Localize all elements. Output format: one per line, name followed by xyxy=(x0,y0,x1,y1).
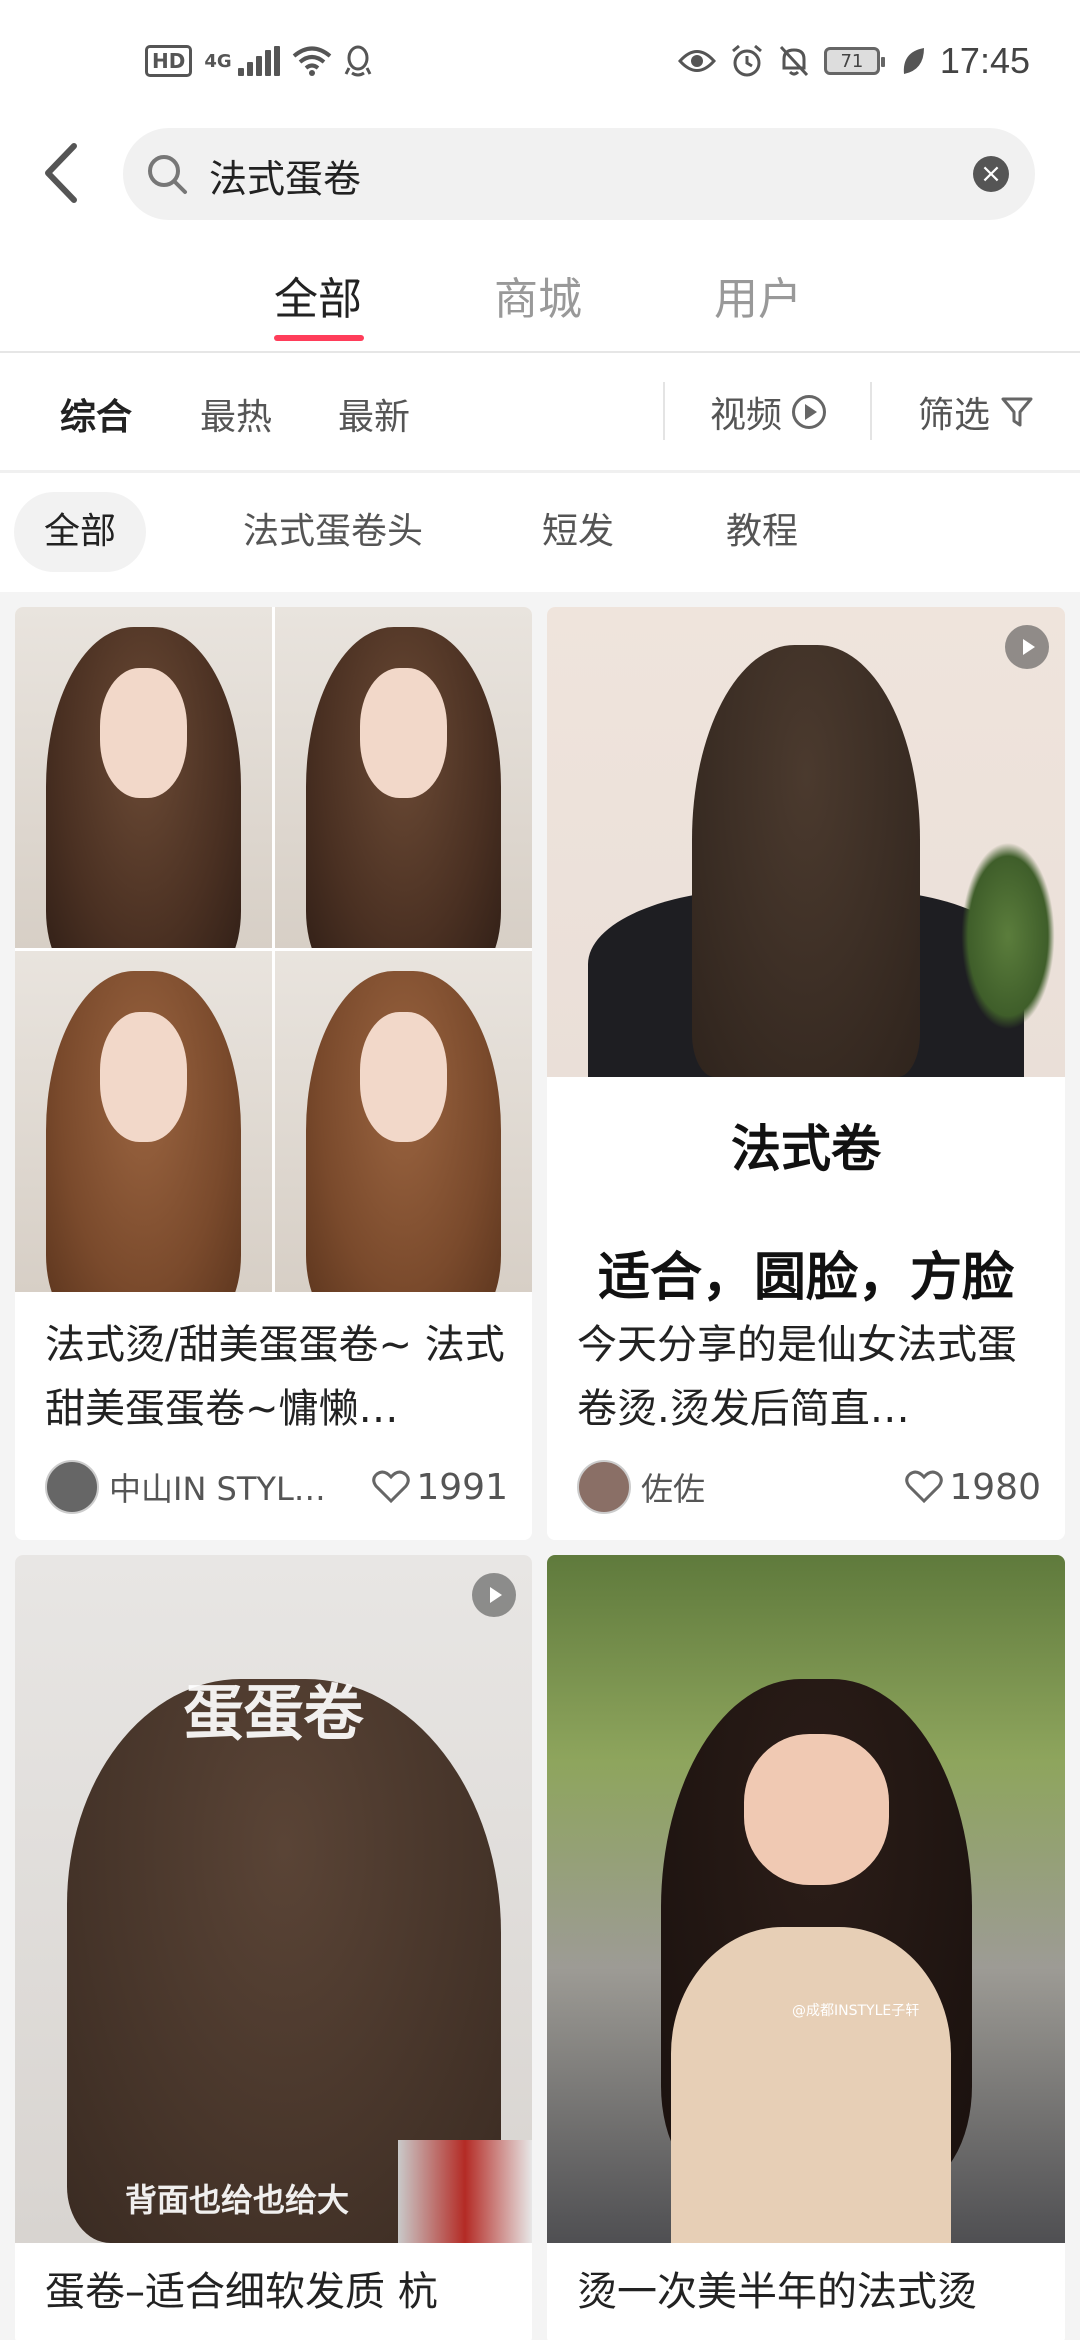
post-title: 法式烫/甜美蛋蛋卷~ 法式甜美蛋蛋卷~慵懒… xyxy=(45,1322,505,1432)
video-filter-button[interactable]: 视频 xyxy=(710,386,827,438)
photo-tile xyxy=(15,951,272,1292)
chip-french-curl-head[interactable]: 法式蛋卷头 xyxy=(213,492,453,572)
battery-icon: 71 xyxy=(823,47,885,75)
network-type: 4G xyxy=(204,50,232,72)
clear-icon[interactable]: × xyxy=(973,156,1009,192)
separator xyxy=(870,382,872,440)
post-card[interactable]: 法式烫/甜美蛋蛋卷~ 法式甜美蛋蛋卷~慵懒… 中山IN STYLE… 1991 xyxy=(15,607,532,1540)
post-title: 烫一次美半年的法式烫 xyxy=(577,2269,977,2315)
image-caption: 背面也给也给大 xyxy=(125,2181,350,2219)
photo-tile xyxy=(15,607,272,948)
hd-icon: HD xyxy=(145,45,193,77)
chip-tutorial[interactable]: 教程 xyxy=(696,492,828,572)
post-footer: 佐佐 1980 xyxy=(577,1459,1041,1515)
sort-newest[interactable]: 最新 xyxy=(338,388,410,440)
post-image: 蛋蛋卷 背面也给也给大 xyxy=(15,1555,532,2243)
main-tabs: 全部 商城 用户 xyxy=(0,255,1080,350)
sort-hottest[interactable]: 最热 xyxy=(200,388,272,440)
chip-row: 全部 法式蛋卷头 短发 教程 xyxy=(0,474,1080,590)
status-right: 71 17:45 xyxy=(677,40,1030,82)
filter-button[interactable]: 筛选 xyxy=(918,386,1034,438)
avatar[interactable] xyxy=(45,1460,99,1514)
signal-icon xyxy=(237,46,280,76)
chip-all[interactable]: 全部 xyxy=(14,492,147,572)
like-button[interactable]: 1991 xyxy=(372,1467,508,1508)
funnel-icon xyxy=(1001,397,1033,427)
video-badge-icon xyxy=(1005,625,1049,669)
post-card[interactable]: @成都INSTYLE子轩 烫一次美半年的法式烫 xyxy=(547,1555,1065,2345)
image-caption: 法式卷 xyxy=(731,1120,881,1178)
eye-icon xyxy=(677,50,716,72)
active-tab-indicator xyxy=(274,335,364,341)
post-title: 今天分享的是仙女法式蛋卷烫.烫发后简直… xyxy=(577,1322,1017,1432)
post-footer: 中山IN STYLE… 1991 xyxy=(45,1459,508,1515)
video-filter-label: 视频 xyxy=(710,395,783,436)
filter-label: 筛选 xyxy=(918,395,991,436)
back-arrow-icon[interactable] xyxy=(38,140,88,206)
divider xyxy=(0,470,1080,473)
heart-icon xyxy=(372,1470,411,1504)
post-title: 蛋卷–适合细软发质 杭 xyxy=(45,2269,438,2315)
qq-icon xyxy=(344,45,371,77)
tab-mall[interactable]: 商城 xyxy=(494,263,582,327)
photo-tile xyxy=(275,951,532,1292)
photo-tile xyxy=(275,607,532,948)
like-count: 1980 xyxy=(949,1466,1041,1508)
clock: 17:45 xyxy=(939,40,1030,81)
post-card[interactable]: 蛋蛋卷 背面也给也给大 蛋卷–适合细软发质 杭 xyxy=(15,1555,532,2345)
play-icon xyxy=(792,395,827,429)
author-name[interactable]: 佐佐 xyxy=(641,1464,705,1510)
status-left: HD 4G xyxy=(145,44,372,78)
chip-short-hair[interactable]: 短发 xyxy=(512,492,644,572)
post-image xyxy=(15,607,532,1292)
sort-comprehensive[interactable]: 综合 xyxy=(60,388,132,440)
avatar[interactable] xyxy=(577,1460,631,1514)
search-query[interactable]: 法式蛋卷 xyxy=(209,148,361,203)
wifi-icon xyxy=(292,46,331,76)
mute-bell-icon xyxy=(779,45,809,77)
image-caption: 适合，圆脸，方脸 xyxy=(597,1248,1014,1308)
search-icon xyxy=(148,155,187,194)
like-count: 1991 xyxy=(416,1466,508,1508)
tab-all[interactable]: 全部 xyxy=(274,263,362,327)
heart-icon xyxy=(905,1470,944,1504)
author-name[interactable]: 中山IN STYLE… xyxy=(109,1464,344,1510)
post-image: @成都INSTYLE子轩 xyxy=(547,1555,1065,2243)
alarm-icon xyxy=(731,44,762,77)
post-card[interactable]: 法式卷 适合，圆脸，方脸 今天分享的是仙女法式蛋卷烫.烫发后简直… 佐佐 198… xyxy=(547,607,1065,1540)
watermark: @成都INSTYLE子轩 xyxy=(792,2003,920,2019)
sort-bar: 综合 最热 最新 视频 筛选 xyxy=(0,352,1080,470)
leaf-icon xyxy=(903,48,924,74)
image-caption: 蛋蛋卷 xyxy=(183,1679,364,1749)
like-button[interactable]: 1980 xyxy=(905,1467,1041,1508)
post-image xyxy=(547,607,1065,1077)
tab-users[interactable]: 用户 xyxy=(714,263,802,327)
separator xyxy=(663,382,665,440)
status-bar: HD 4G 71 17:45 xyxy=(0,0,1080,130)
video-badge-icon xyxy=(472,1573,516,1617)
search-input[interactable]: 法式蛋卷 × xyxy=(123,128,1035,220)
